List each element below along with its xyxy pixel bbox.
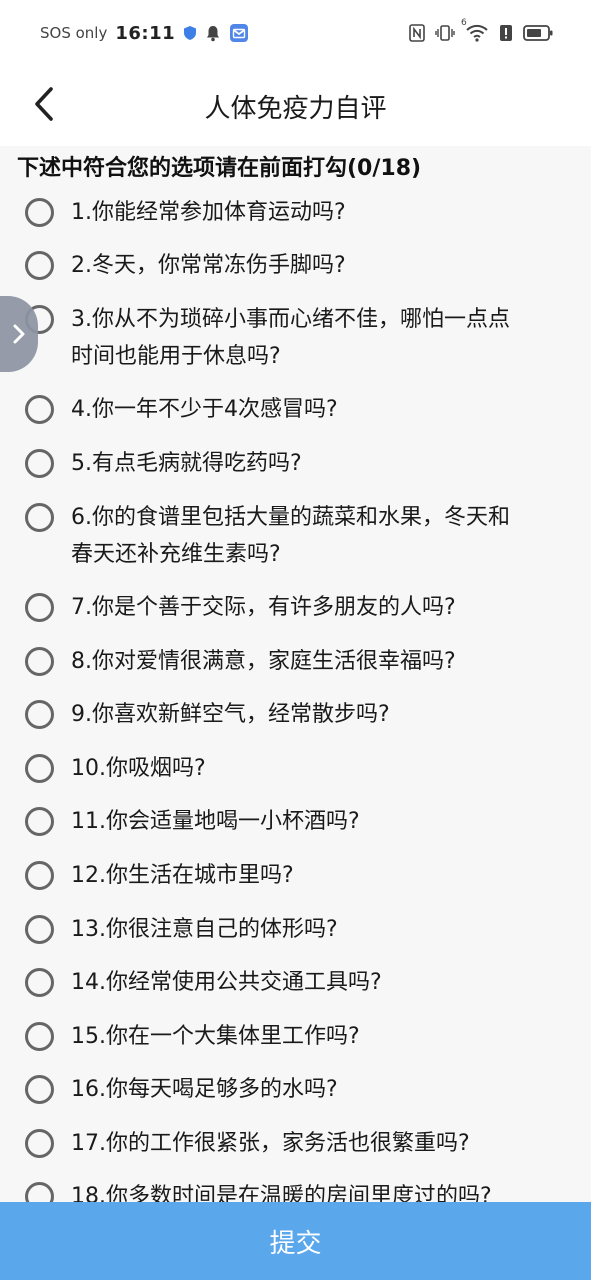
radio-button[interactable] — [25, 1129, 54, 1158]
radio-button[interactable] — [25, 395, 54, 424]
radio-button[interactable] — [25, 861, 54, 890]
question-text: 10.你吸烟吗? — [71, 756, 206, 781]
question-text: 15.你在一个大集体里工作吗? — [71, 1024, 360, 1049]
mail-app-icon — [229, 23, 249, 43]
radio-button[interactable] — [25, 1182, 54, 1202]
question-text: 17.你的工作很紧张，家务活也很繁重吗? — [71, 1131, 470, 1156]
radio-button[interactable] — [25, 1022, 54, 1051]
question-text: 8.你对爱情很满意，家庭生活很幸福吗? — [71, 649, 456, 674]
question-text: 13.你很注意自己的体形吗? — [71, 917, 338, 942]
radio-button[interactable] — [25, 1075, 54, 1104]
sos-only-text: SOS only — [40, 24, 108, 42]
question-text: 9.你喜欢新鲜空气，经常散步吗? — [71, 702, 390, 727]
radio-button[interactable] — [25, 503, 54, 532]
submit-button[interactable]: 提交 — [0, 1202, 591, 1280]
chevron-right-icon — [13, 324, 25, 344]
question-text: 6.你的食谱里包括大量的蔬菜和水果，冬天和 春天还补充维生素吗? — [71, 505, 510, 567]
radio-button[interactable] — [25, 807, 54, 836]
nfc-icon — [409, 24, 425, 42]
page-title: 人体免疫力自评 — [204, 93, 387, 124]
alert-icon — [499, 24, 513, 42]
status-right: 6 — [409, 18, 553, 42]
radio-button[interactable] — [25, 251, 54, 280]
radio-button[interactable] — [25, 915, 54, 944]
instruction-text: 下述中符合您的选项请在前面打勾(0/18) — [17, 156, 422, 181]
status-left: SOS only 16:11 — [40, 23, 249, 44]
question-text: 18.你多数时间是在温暖的房间里度过的吗? — [71, 1184, 492, 1202]
question-text: 3.你从不为琐碎小事而心绪不佳，哪怕一点点 时间也能用于休息吗? — [71, 307, 510, 369]
radio-button[interactable] — [25, 647, 54, 676]
battery-icon — [523, 24, 553, 42]
radio-button[interactable] — [25, 754, 54, 783]
radio-button[interactable] — [25, 198, 54, 227]
radio-button[interactable] — [25, 449, 54, 478]
question-text: 7.你是个善于交际，有许多朋友的人吗? — [71, 595, 456, 620]
question-text: 12.你生活在城市里吗? — [71, 863, 294, 888]
question-text: 1.你能经常参加体育运动吗? — [71, 200, 346, 225]
radio-button[interactable] — [25, 593, 54, 622]
question-text: 16.你每天喝足够多的水吗? — [71, 1077, 338, 1102]
question-text: 14.你经常使用公共交通工具吗? — [71, 970, 382, 995]
vibrate-icon — [435, 24, 455, 42]
radio-button[interactable] — [25, 968, 54, 997]
app-header: 人体免疫力自评 — [0, 66, 591, 146]
question-text: 5.有点毛病就得吃药吗? — [71, 451, 302, 476]
chevron-left-icon — [35, 87, 53, 121]
status-bar: SOS only 16:11 6 — [0, 0, 591, 66]
shield-icon — [183, 25, 197, 41]
bell-icon — [205, 25, 221, 42]
wifi-badge: 6 — [461, 18, 467, 28]
clock-time: 16:11 — [115, 22, 176, 44]
question-text: 4.你一年不少于4次感冒吗? — [71, 397, 338, 422]
radio-button[interactable] — [25, 700, 54, 729]
wifi-icon: 6 — [461, 18, 489, 42]
questionnaire-list[interactable]: 下述中符合您的选项请在前面打勾(0/18) 1.你能经常参加体育运动吗? 2.冬… — [0, 146, 591, 1202]
back-button[interactable] — [22, 82, 66, 126]
question-text: 2.冬天，你常常冻伤手脚吗? — [71, 253, 346, 278]
question-text: 11.你会适量地喝一小杯酒吗? — [71, 809, 360, 834]
